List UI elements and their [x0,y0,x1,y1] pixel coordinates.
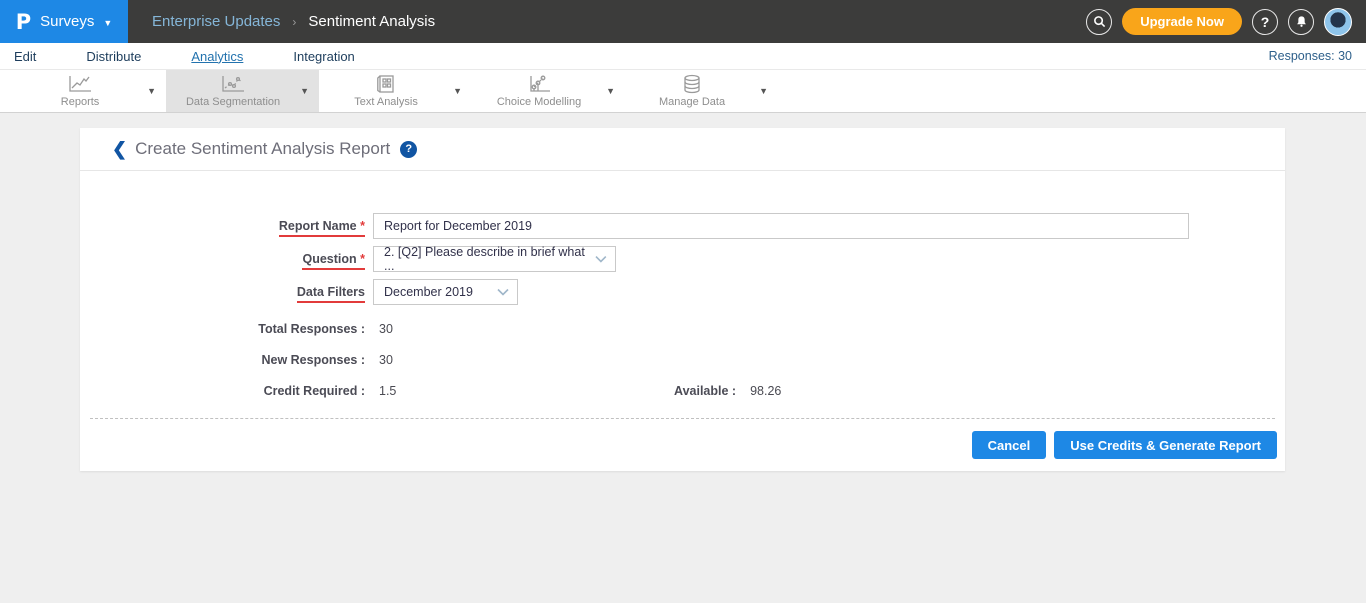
brand-logo: P [16,10,31,34]
data-filters-row: Data Filters December 2019 [80,279,1285,305]
notifications-button[interactable] [1288,9,1314,35]
breadcrumb-separator-icon: › [292,15,296,29]
chevron-down-icon [497,288,509,296]
report-form: Report Name * Question * 2. [Q2] Please … [80,171,1285,471]
total-responses-row: Total Responses : 30 [80,322,1285,336]
breadcrumb-current: Sentiment Analysis [308,13,435,30]
available-value: 98.26 [750,384,781,398]
top-header: P Surveys ▼ Enterprise Updates › Sentime… [0,0,1366,43]
required-marker: * [360,252,365,266]
toolbar-item-reports[interactable]: Reports ▼ [13,70,166,112]
upgrade-now-button[interactable]: Upgrade Now [1122,8,1242,35]
search-icon [1093,15,1106,28]
toolbar-item-label: Reports [61,96,100,108]
responses-count[interactable]: Responses: 30 [1269,49,1352,63]
toolbar-item-text-analysis[interactable]: Text Analysis ▼ [319,70,472,112]
app-switcher[interactable]: P Surveys ▼ [0,0,128,43]
question-label: Question * [302,252,365,270]
toolbar-item-data-segmentation[interactable]: Data Segmentation ▼ [166,70,319,112]
form-actions: Cancel Use Credits & Generate Report [80,419,1285,471]
avatar[interactable] [1324,8,1352,36]
question-select-value: 2. [Q2] Please describe in brief what ..… [384,245,595,273]
breadcrumb: Enterprise Updates › Sentiment Analysis [128,0,435,43]
question-select[interactable]: 2. [Q2] Please describe in brief what ..… [373,246,616,272]
new-responses-label: New Responses : [80,353,365,367]
total-responses-value: 30 [379,322,459,336]
chevron-down-icon[interactable]: ▼ [300,86,309,96]
chevron-down-icon [595,255,607,263]
new-responses-row: New Responses : 30 [80,353,1285,367]
title-help-icon[interactable]: ? [400,141,417,158]
toolbar-item-label: Data Segmentation [186,96,280,108]
search-button[interactable] [1086,9,1112,35]
generate-report-button[interactable]: Use Credits & Generate Report [1054,431,1277,459]
required-marker: * [360,219,365,233]
page-title: Create Sentiment Analysis Report [135,139,390,159]
scatter-chart-icon [220,74,246,94]
chevron-down-icon[interactable]: ▼ [606,86,615,96]
analytics-toolbar: Reports ▼ Data Segmentation ▼ Text Analy… [0,70,1366,113]
breadcrumb-parent[interactable]: Enterprise Updates [152,13,280,30]
toolbar-item-label: Manage Data [659,96,725,108]
toolbar-item-label: Choice Modelling [497,96,581,108]
node-chart-icon [526,74,552,94]
text-doc-icon [375,74,397,94]
data-filters-select-value: December 2019 [384,285,473,299]
toolbar-item-label: Text Analysis [354,96,418,108]
report-name-input[interactable] [373,213,1189,239]
credit-required-row: Credit Required : 1.5 Available : 98.26 [80,384,1285,398]
nav-tab-edit[interactable]: Edit [14,49,36,64]
data-filters-label: Data Filters [297,285,365,303]
product-name: Surveys [40,13,94,30]
header-actions: Upgrade Now ? [1086,0,1366,43]
nav-tab-distribute[interactable]: Distribute [86,49,141,64]
report-name-label: Report Name * [279,219,365,237]
chevron-down-icon[interactable]: ▼ [453,86,462,96]
chevron-down-icon[interactable]: ▼ [759,86,768,96]
credit-required-value: 1.5 [379,384,459,398]
database-icon [681,74,703,94]
panel-header: ❮ Create Sentiment Analysis Report ? [80,128,1285,171]
bell-icon [1295,15,1308,28]
create-report-panel: ❮ Create Sentiment Analysis Report ? Rep… [80,128,1285,471]
credit-required-label: Credit Required : [80,384,365,398]
line-chart-icon [67,74,93,94]
toolbar-item-choice-modelling[interactable]: Choice Modelling ▼ [472,70,625,112]
chevron-down-icon[interactable]: ▼ [147,86,156,96]
cancel-button[interactable]: Cancel [972,431,1047,459]
nav-tab-analytics[interactable]: Analytics [191,49,243,64]
back-icon[interactable]: ❮ [112,139,127,160]
total-responses-label: Total Responses : [80,322,365,336]
question-row: Question * 2. [Q2] Please describe in br… [80,246,1285,272]
help-button[interactable]: ? [1252,9,1278,35]
new-responses-value: 30 [379,353,459,367]
available-label: Available : [674,384,736,398]
data-filters-select[interactable]: December 2019 [373,279,518,305]
report-name-row: Report Name * [80,213,1285,239]
nav-tab-integration[interactable]: Integration [293,49,354,64]
chevron-down-icon: ▼ [103,18,112,28]
toolbar-item-manage-data[interactable]: Manage Data ▼ [625,70,778,112]
survey-nav: Edit Distribute Analytics Integration Re… [0,43,1366,70]
